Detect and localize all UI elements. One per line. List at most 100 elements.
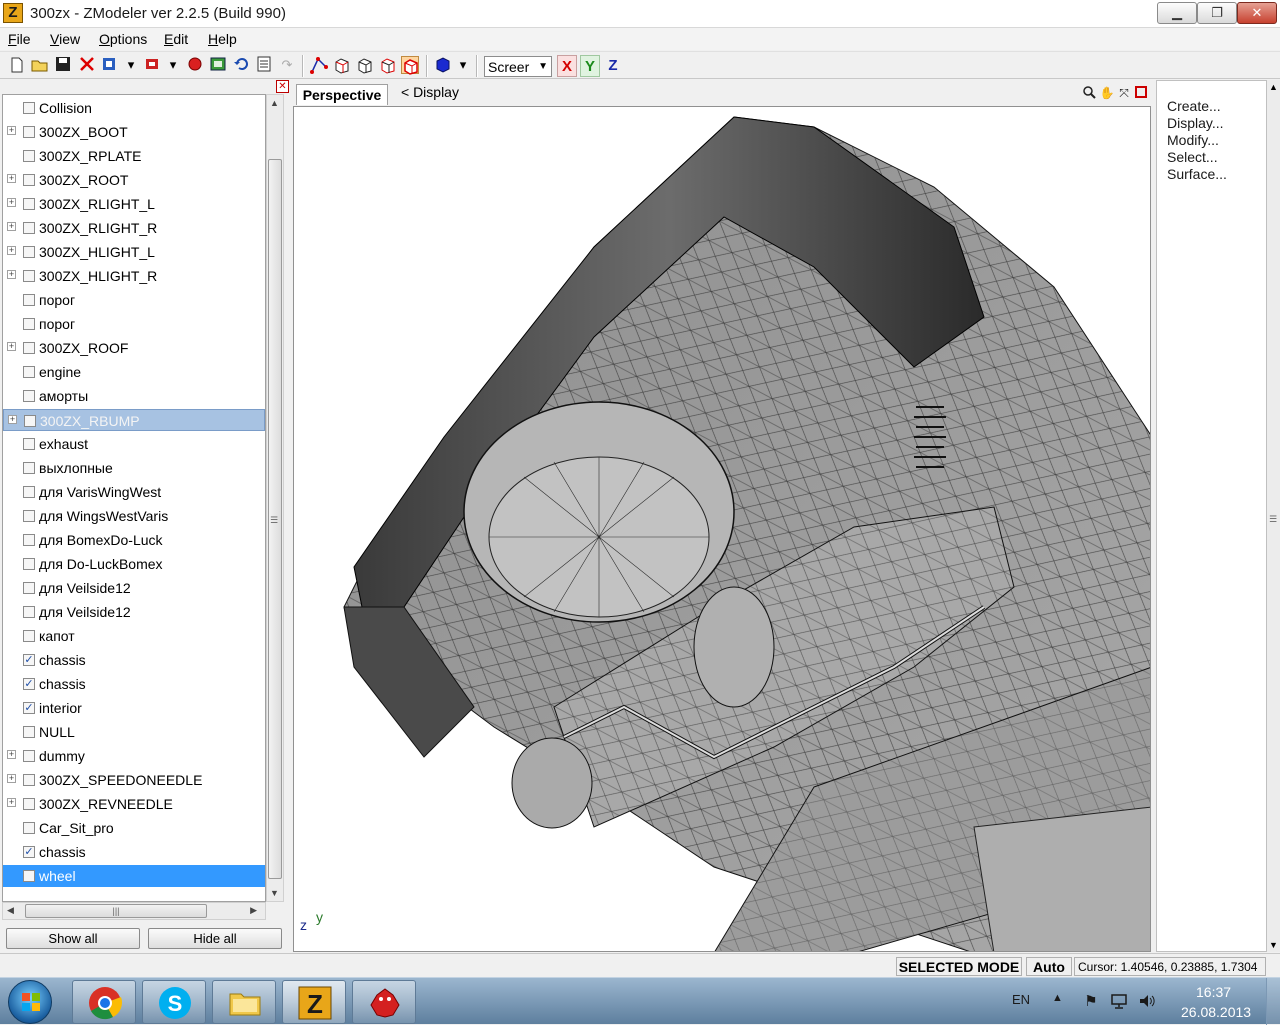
visibility-checkbox[interactable] bbox=[23, 534, 35, 546]
visibility-checkbox[interactable] bbox=[23, 270, 35, 282]
auto-indicator[interactable]: Auto bbox=[1026, 957, 1072, 976]
network-icon[interactable] bbox=[1110, 992, 1128, 1010]
list-item[interactable]: для Veilside12 bbox=[3, 577, 265, 599]
command-display[interactable]: Display... bbox=[1167, 115, 1224, 131]
list-item[interactable]: ✓ chassis bbox=[3, 841, 265, 863]
export-dropdown-icon[interactable]: ▾ bbox=[168, 56, 178, 74]
scroll-down-icon[interactable]: ▼ bbox=[270, 888, 279, 898]
visibility-checkbox[interactable] bbox=[23, 510, 35, 522]
zmodeler-app-icon[interactable]: Z bbox=[3, 3, 23, 23]
expand-icon[interactable]: + bbox=[7, 270, 16, 279]
visibility-checkbox[interactable] bbox=[23, 486, 35, 498]
visibility-checkbox[interactable] bbox=[23, 438, 35, 450]
visibility-checkbox[interactable]: ✓ bbox=[23, 678, 35, 690]
list-item[interactable]: аморты bbox=[3, 385, 265, 407]
visibility-checkbox[interactable] bbox=[23, 750, 35, 762]
list-item[interactable]: +300ZX_SPEEDONEEDLE bbox=[3, 769, 265, 791]
list-item[interactable]: ✓ chassis bbox=[3, 649, 265, 671]
list-item[interactable]: +300ZX_REVNEEDLE bbox=[3, 793, 265, 815]
tab-perspective[interactable]: Perspective bbox=[296, 84, 388, 105]
expand-icon[interactable]: + bbox=[7, 342, 16, 351]
command-create[interactable]: Create... bbox=[1167, 98, 1221, 114]
expand-icon[interactable]: + bbox=[7, 246, 16, 255]
visibility-checkbox[interactable] bbox=[23, 150, 35, 162]
visibility-checkbox[interactable] bbox=[23, 102, 35, 114]
import-icon[interactable] bbox=[101, 56, 119, 74]
list-item[interactable]: +300ZX_ROOT bbox=[3, 169, 265, 191]
visibility-checkbox[interactable] bbox=[23, 126, 35, 138]
visibility-checkbox[interactable] bbox=[23, 798, 35, 810]
command-modify[interactable]: Modify... bbox=[1167, 132, 1219, 148]
list-item[interactable]: +300ZX_BOOT bbox=[3, 121, 265, 143]
list-item[interactable]: ✓ chassis bbox=[3, 673, 265, 695]
undo-icon[interactable] bbox=[232, 56, 250, 74]
list-item[interactable]: для Veilside12 bbox=[3, 601, 265, 623]
expand-icon[interactable]: + bbox=[7, 750, 16, 759]
visibility-checkbox[interactable] bbox=[23, 390, 35, 402]
close-button[interactable]: ✕ bbox=[1237, 2, 1277, 24]
list-item[interactable]: Collision bbox=[3, 97, 265, 119]
minimize-button[interactable]: ▁ bbox=[1157, 2, 1197, 24]
expand-icon[interactable]: + bbox=[7, 174, 16, 183]
visibility-checkbox[interactable] bbox=[23, 246, 35, 258]
visibility-checkbox[interactable] bbox=[23, 462, 35, 474]
vertex-mode-icon[interactable] bbox=[310, 56, 328, 74]
visibility-checkbox[interactable]: ✓ bbox=[23, 654, 35, 666]
scroll-up-icon[interactable]: ▲ bbox=[270, 98, 279, 108]
list-item[interactable]: порог bbox=[3, 313, 265, 335]
visibility-checkbox[interactable] bbox=[23, 342, 35, 354]
volume-icon[interactable] bbox=[1138, 992, 1156, 1010]
axis-z-toggle[interactable]: Z bbox=[603, 55, 623, 77]
delete-icon[interactable] bbox=[78, 56, 96, 74]
shaded-cube-icon[interactable] bbox=[434, 56, 452, 74]
list-item[interactable]: +300ZX_HLIGHT_R bbox=[3, 265, 265, 287]
visibility-checkbox[interactable] bbox=[23, 630, 35, 642]
list-item[interactable]: выхлопные bbox=[3, 457, 265, 479]
menu-file[interactable]: File bbox=[8, 31, 31, 47]
action-center-flag-icon[interactable]: ⚑ bbox=[1082, 992, 1100, 1010]
menu-edit[interactable]: Edit bbox=[164, 31, 188, 47]
show-desktop-button[interactable] bbox=[1266, 978, 1280, 1025]
face-mode-icon[interactable] bbox=[333, 56, 351, 74]
visibility-checkbox[interactable] bbox=[23, 198, 35, 210]
surface-mode-icon[interactable] bbox=[379, 56, 397, 74]
menu-view[interactable]: View bbox=[50, 31, 80, 47]
visibility-checkbox[interactable] bbox=[23, 870, 35, 882]
expand-icon[interactable]: + bbox=[7, 198, 16, 207]
expand-icon[interactable]: + bbox=[8, 415, 17, 424]
redo-icon[interactable]: ↷ bbox=[278, 56, 296, 74]
show-all-button[interactable]: Show all bbox=[6, 928, 140, 949]
visibility-checkbox[interactable] bbox=[23, 726, 35, 738]
expand-icon[interactable]: + bbox=[7, 774, 16, 783]
visibility-checkbox[interactable] bbox=[23, 174, 35, 186]
axis-y-toggle[interactable]: Y bbox=[580, 55, 600, 77]
object-list-horizontal-scrollbar[interactable]: ◀ ||| ▶ bbox=[2, 902, 266, 920]
taskbar-chrome[interactable] bbox=[72, 980, 136, 1024]
scroll-left-icon[interactable]: ◀ bbox=[7, 905, 14, 916]
expand-icon[interactable]: + bbox=[7, 222, 16, 231]
list-item[interactable]: + dummy bbox=[3, 745, 265, 767]
visibility-checkbox[interactable] bbox=[23, 582, 35, 594]
pan-hand-icon[interactable]: ✋ bbox=[1099, 85, 1115, 101]
visibility-checkbox[interactable] bbox=[23, 606, 35, 618]
zoom-icon[interactable] bbox=[1081, 85, 1097, 101]
perspective-3d-canvas[interactable]: z y bbox=[293, 106, 1151, 952]
display-toggle[interactable]: < Display bbox=[401, 84, 459, 100]
language-indicator[interactable]: EN bbox=[1012, 992, 1030, 1007]
list-item[interactable]: +300ZX_ROOF bbox=[3, 337, 265, 359]
shading-dropdown-icon[interactable]: ▾ bbox=[458, 56, 468, 74]
object-list-vertical-scrollbar[interactable]: ▲ ☰ ▼ bbox=[266, 94, 284, 902]
notes-icon[interactable] bbox=[255, 56, 273, 74]
taskbar-skype[interactable]: S bbox=[142, 980, 206, 1024]
list-item[interactable]: для Do-LuckBomex bbox=[3, 553, 265, 575]
object-mode-icon[interactable] bbox=[356, 56, 374, 74]
list-item[interactable]: 300ZX_RPLATE bbox=[3, 145, 265, 167]
list-item[interactable]: engine bbox=[3, 361, 265, 383]
menu-help[interactable]: Help bbox=[208, 31, 237, 47]
list-item[interactable]: exhaust bbox=[3, 433, 265, 455]
visibility-checkbox[interactable] bbox=[23, 318, 35, 330]
scroll-down-icon[interactable]: ▼ bbox=[1269, 940, 1278, 950]
commands-scrollbar[interactable]: ▲ ☰ ▼ bbox=[1267, 80, 1280, 952]
coordinate-space-select[interactable]: Screer ▼ bbox=[484, 56, 552, 77]
hide-all-button[interactable]: Hide all bbox=[148, 928, 282, 949]
